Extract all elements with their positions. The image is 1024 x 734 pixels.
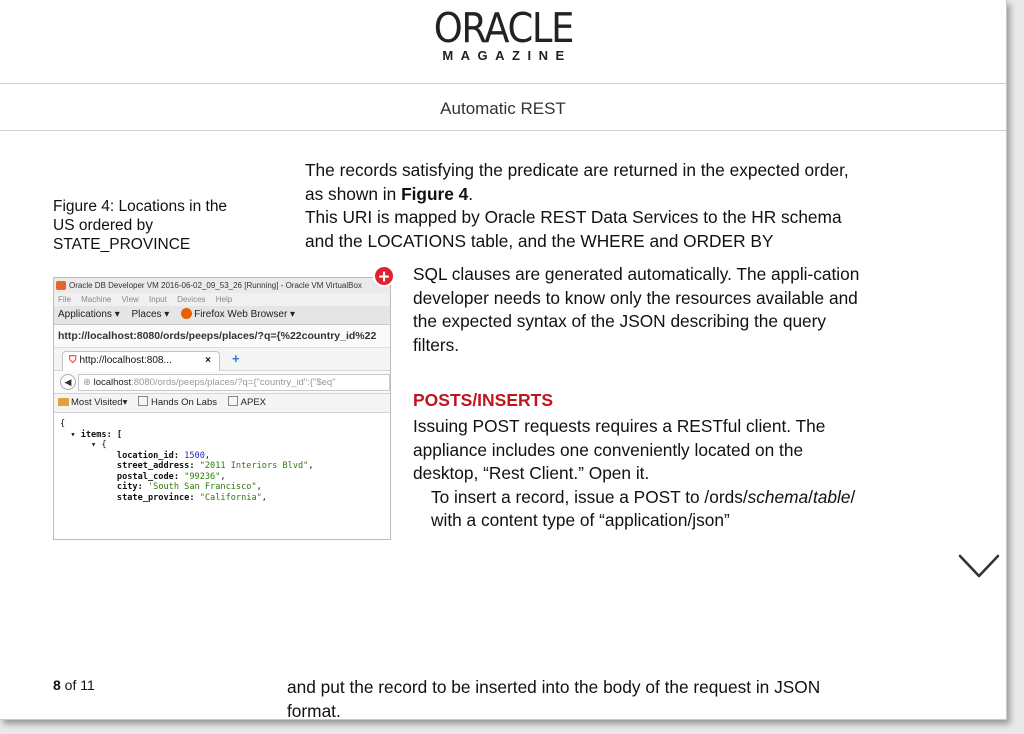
- logo-main: ORACLE: [433, 4, 574, 52]
- vm-title-text: Oracle DB Developer VM 2016-06-02_09_53_…: [69, 281, 362, 290]
- gnome-panel: Applications ▾ Places ▾ Firefox Web Brow…: [54, 306, 390, 325]
- paragraph-1a-end: .: [468, 183, 474, 204]
- paragraph-1b: This URI is mapped by Oracle REST Data S…: [305, 207, 842, 251]
- schema-word: schema: [747, 486, 809, 507]
- figure-caption-label: Figure 4:: [53, 198, 115, 215]
- bookmark-label: Hands On Labs: [150, 397, 217, 408]
- bookmark-hands-on-labs: Hands On Labs: [137, 394, 217, 412]
- globe-icon: ⊕: [83, 377, 94, 388]
- virtualbox-icon: [56, 281, 66, 290]
- vm-menu-item: Input: [149, 295, 167, 304]
- oracle-magazine-logo[interactable]: ORACLE MAGAZINE: [0, 4, 1006, 64]
- new-tab-icon: +: [232, 351, 240, 366]
- chevron-down-icon[interactable]: [958, 553, 1000, 579]
- paragraph-2: SQL clauses are generated automatically.…: [413, 264, 860, 355]
- json-key: state_province:: [60, 492, 200, 503]
- vm-titlebar: Oracle DB Developer VM 2016-06-02_09_53_…: [54, 278, 390, 293]
- json-line: state_province: "California",: [60, 492, 267, 503]
- address-host: localhost: [93, 377, 132, 388]
- bookmark-label: APEX: [240, 397, 266, 408]
- paragraph-1a-text: The records satisfying the predicate are…: [305, 160, 849, 204]
- paragraph-3b-text: To insert a record, issue a POST to /ord…: [431, 486, 748, 507]
- magazine-page: ORACLE MAGAZINE Automatic REST Figure 4:…: [0, 0, 1007, 720]
- json-key: postal_code:: [60, 471, 185, 482]
- json-line: location_id: 1500,: [60, 450, 211, 461]
- shield-icon: ⛉: [69, 355, 77, 366]
- figure-screenshot[interactable]: Oracle DB Developer VM 2016-06-02_09_53_…: [53, 277, 391, 540]
- json-value: "99236": [184, 471, 221, 482]
- figure-reference: Figure 4: [401, 183, 469, 204]
- json-key: city:: [60, 482, 148, 492]
- firefox-launcher-label: Firefox Web Browser ▾: [194, 309, 296, 320]
- bookmark-label: Most Visited▾: [71, 397, 128, 408]
- firefox-tab: ⛉ http://localhost:808... ×: [62, 351, 220, 371]
- header-divider: [0, 83, 1006, 84]
- firefox-navbar: ◀ ⊕ localhost:8080/ords/peeps/places/?q=…: [54, 371, 390, 394]
- address-path: :8080/ords/peeps/places/?q={"country_id"…: [131, 377, 336, 388]
- json-line: ▾ {: [60, 440, 107, 450]
- expand-figure-plus-icon[interactable]: +: [373, 265, 395, 288]
- close-tab-icon: ×: [205, 355, 211, 366]
- subhead-posts-inserts: POSTS/INSERTS: [413, 390, 554, 410]
- json-value: 'South San Francisco": [147, 482, 257, 492]
- json-value: "2011 Interiors Blvd": [199, 461, 309, 471]
- firefox-icon: [181, 308, 193, 319]
- json-viewer: { ▾ items: [ ▾ { location_id: 1500, stre…: [54, 413, 390, 503]
- json-line: street_address: "2011 Interiors Blvd",: [60, 461, 314, 471]
- firefox-window-title: http://localhost:8080/ords/peeps/places/…: [54, 325, 390, 348]
- vm-menubar: File Machine View Input Devices Help: [54, 293, 390, 306]
- firefox-tab-label: http://localhost:808...: [79, 355, 172, 366]
- vm-menu-item: File: [58, 295, 71, 304]
- page-icon: [227, 396, 238, 406]
- page-indicator: 8 of 11: [53, 677, 95, 693]
- firefox-tabstrip: ⛉ http://localhost:808... × +: [54, 348, 390, 371]
- paragraph-1a: The records satisfying the predicate are…: [287, 159, 867, 206]
- section-divider: [0, 130, 1006, 131]
- bookmarks-toolbar: Most Visited▾ Hands On Labs APEX: [54, 394, 390, 413]
- paragraph-1: The records satisfying the predicate are…: [287, 159, 867, 253]
- section-title: Automatic REST: [440, 99, 566, 118]
- vm-menu-item: View: [121, 295, 139, 304]
- places-menu: Places ▾: [131, 309, 170, 320]
- paragraph-3a: Issuing POST requests requires a RESTful…: [413, 416, 826, 483]
- figure-caption: Figure 4: Locations in the US ordered by…: [53, 197, 228, 254]
- bookmark-most-visited: Most Visited▾: [58, 394, 127, 412]
- applications-menu: Applications ▾: [58, 309, 120, 320]
- back-icon: ◀: [60, 374, 76, 390]
- json-line: city: 'South San Francisco",: [60, 482, 262, 492]
- json-line: {: [60, 419, 66, 429]
- json-value: "California": [199, 492, 262, 503]
- table-word: table: [812, 486, 851, 507]
- vm-menu-item: Machine: [81, 295, 112, 304]
- json-value: 1500: [184, 450, 205, 461]
- firefox-launcher: Firefox Web Browser ▾: [181, 308, 304, 320]
- json-line: postal_code: "99236",: [60, 471, 226, 482]
- total-pages: 11: [80, 677, 95, 693]
- paragraph-3: Issuing POST requests requires a RESTful…: [413, 415, 873, 533]
- page-icon: [137, 396, 148, 406]
- paragraph-4: and put the record to be inserted into t…: [287, 677, 821, 720]
- paragraph-3b: To insert a record, issue a POST to /ord…: [413, 486, 873, 533]
- firefox-address-bar: ⊕ localhost:8080/ords/peeps/places/?q={"…: [78, 374, 390, 391]
- vm-menu-item: Devices: [177, 295, 206, 304]
- json-line: ▾ items: [: [60, 429, 123, 440]
- page-of-label: of: [60, 677, 81, 693]
- bookmark-apex: APEX: [227, 394, 266, 412]
- vm-menu-item: Help: [215, 295, 233, 304]
- current-page: 8: [53, 677, 61, 693]
- json-key: street_address:: [60, 461, 200, 471]
- json-key: location_id:: [60, 450, 185, 461]
- folder-icon: [58, 398, 69, 406]
